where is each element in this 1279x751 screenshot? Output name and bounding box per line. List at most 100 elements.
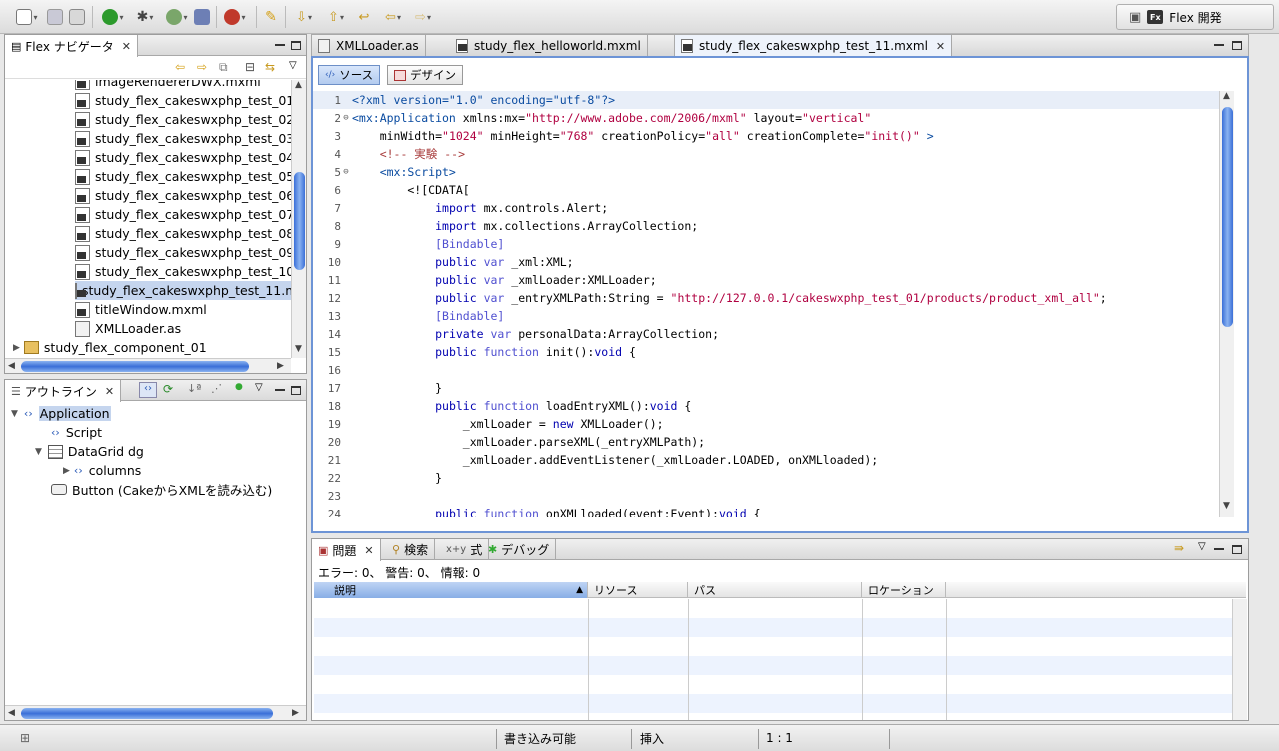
tree-file-item[interactable]: titleWindow.mxml (75, 300, 207, 319)
tab-helloworld[interactable]: study_flex_helloworld.mxml (450, 35, 648, 56)
column-location[interactable]: ロケーション (862, 582, 946, 598)
tab-problems[interactable]: ▣ 問題 ✕ (312, 539, 381, 561)
code-line[interactable]: 14 private var personalData:ArrayCollect… (313, 325, 719, 343)
run-button[interactable]: ▾ (98, 8, 128, 26)
code-area[interactable]: 1 <?xml version="1.0" encoding="utf-8"?> 2… (313, 91, 1219, 517)
fold-toggle-icon[interactable]: ⊖ (341, 167, 351, 177)
minimize-button[interactable] (1214, 38, 1224, 51)
tree-file-item[interactable]: study_flex_cakeswxphp_test_05.mxml (75, 167, 291, 186)
code-line[interactable]: 20 _xmlLoader.parseXML(_entryXMLPath); (313, 433, 705, 451)
expand-triangle-icon[interactable]: ▶ (63, 466, 70, 476)
code-line[interactable]: 10 public var _xml:XML; (313, 253, 574, 271)
forward-button[interactable]: ⇨ ▾ (408, 8, 438, 26)
code-line[interactable]: 2 ⊖ <mx:Application xmlns:mx="http://www.a… (313, 109, 871, 127)
code-line[interactable]: 16 (313, 361, 352, 379)
tab-outline[interactable]: ☰ アウトライン ✕ (5, 380, 122, 402)
navigator-horizontal-scrollbar[interactable]: ◀ ▶ (5, 358, 291, 373)
refresh-icon[interactable]: ⟳ (163, 382, 173, 396)
tree-file-item[interactable]: study_flex_cakeswxphp_test_08.mxml (75, 224, 291, 243)
column-description[interactable]: 説明 ▲ (314, 582, 588, 598)
scroll-left-icon[interactable]: ◀ (8, 708, 15, 718)
tree-file-item[interactable]: study_flex_cakeswxphp_test_04.mxml (75, 148, 291, 167)
code-line[interactable]: 1 <?xml version="1.0" encoding="utf-8"?> (313, 91, 615, 109)
table-row[interactable] (314, 656, 1232, 675)
export-release-button[interactable] (193, 8, 211, 26)
tree-file-item-selected[interactable]: study_flex_cakeswxphp_test_11.mxml (75, 281, 291, 300)
mark-occurrences-button[interactable]: ✎ (262, 8, 280, 26)
profile-button[interactable]: ▾ (162, 8, 192, 26)
new-wizard-button[interactable]: ▾ (12, 8, 42, 26)
tab-cakeswxphp-test-11[interactable]: study_flex_cakeswxphp_test_11.mxml ✕ (674, 35, 953, 57)
print-button[interactable] (68, 8, 86, 26)
code-line[interactable]: 6 <![CDATA[ (313, 181, 469, 199)
tree-file-item[interactable]: study_flex_cakeswxphp_test_01.mxml (75, 91, 291, 110)
outline-item-datagrid[interactable]: ▼ DataGrid dg (35, 442, 144, 461)
minimize-button[interactable] (275, 38, 285, 51)
minimize-button[interactable] (1214, 542, 1224, 555)
code-line[interactable]: 18 public function loadEntryXML():void { (313, 397, 692, 415)
scroll-right-icon[interactable]: ▶ (277, 361, 284, 371)
table-row[interactable] (314, 694, 1232, 713)
close-icon[interactable]: ✕ (936, 40, 945, 53)
tree-file-item[interactable]: XMLLoader.as (75, 319, 181, 338)
outline-item-script[interactable]: ‹› Script (51, 423, 102, 442)
view-menu-icon[interactable]: ▽ (1198, 541, 1206, 552)
tree-file-item[interactable]: study_flex_cakeswxphp_test_06.mxml (75, 186, 291, 205)
outline-item-columns[interactable]: ▶ ‹› columns (63, 461, 141, 480)
back-arrow-icon[interactable]: ⇦ (175, 60, 185, 74)
outline-item-button[interactable]: Button (CakeからXMLを読み込む) (51, 480, 272, 499)
collapse-triangle-icon[interactable]: ▼ (35, 447, 42, 457)
outline-horizontal-scrollbar[interactable]: ◀ ▶ (5, 705, 306, 720)
view-menu-icon[interactable]: ▽ (255, 382, 263, 393)
hide-nonpublic-icon[interactable]: ⋰ (211, 382, 222, 395)
back-button[interactable]: ⇦ ▾ (378, 8, 408, 26)
scroll-left-icon[interactable]: ◀ (8, 361, 15, 371)
tree-file-item[interactable]: study_flex_cakeswxphp_test_09.mxml (75, 243, 291, 262)
code-line[interactable]: 3 minWidth="1024" minHeight="768" creati… (313, 127, 933, 145)
code-line[interactable]: 7 import mx.controls.Alert; (313, 199, 608, 217)
up-folder-icon[interactable]: ⧉ (219, 60, 228, 75)
maximize-button[interactable] (291, 383, 301, 396)
scroll-down-icon[interactable]: ▼ (1223, 501, 1230, 511)
code-line[interactable]: 12 public var _entryXMLPath:String = "ht… (313, 289, 1107, 307)
tree-file-item[interactable]: study_flex_cakeswxphp_test_10.mxml (75, 262, 291, 281)
source-mode-button[interactable]: ‹/› ソース (318, 65, 381, 85)
minimize-button[interactable] (275, 383, 285, 396)
filter-icon[interactable]: ⇛ (1174, 541, 1184, 555)
code-line[interactable]: 11 public var _xmlLoader:XMLLoader; (313, 271, 657, 289)
link-editor-icon[interactable]: ⇆ (265, 60, 275, 74)
design-mode-button[interactable]: デザイン (387, 65, 463, 85)
fast-view-icon[interactable]: ⊞ (20, 728, 30, 748)
code-line[interactable]: 4 <!-- 実験 --> (313, 145, 465, 163)
navigator-vertical-scrollbar[interactable]: ▲ ▼ (291, 80, 306, 358)
view-menu-icon[interactable]: ▽ (289, 60, 297, 71)
close-icon[interactable]: ✕ (122, 40, 131, 53)
column-path[interactable]: パス (688, 582, 862, 598)
collapse-all-icon[interactable]: ⊟ (245, 60, 255, 74)
scroll-thumb[interactable] (294, 172, 305, 270)
close-icon[interactable]: ✕ (364, 544, 373, 557)
forward-arrow-icon[interactable]: ⇨ (197, 60, 207, 74)
last-edit-location-button[interactable]: ↩ (354, 8, 374, 26)
tree-project-item[interactable]: ▶ study_flex_component_01 (13, 338, 207, 357)
column-resource[interactable]: リソース (588, 582, 688, 598)
table-row[interactable] (314, 637, 1232, 656)
debug-button[interactable]: ✱ ▾ (130, 8, 160, 26)
perspective-switcher[interactable]: ▣ Fx Flex 開発 (1116, 4, 1274, 30)
tab-debug[interactable]: ✱ デバッグ (482, 539, 557, 560)
code-line[interactable]: 17 } (313, 379, 442, 397)
maximize-button[interactable] (1232, 542, 1242, 555)
tree-file-item[interactable]: study_flex_cakeswxphp_test_02.mxml (75, 110, 291, 129)
scroll-right-icon[interactable]: ▶ (292, 708, 299, 718)
close-icon[interactable]: ✕ (105, 385, 114, 398)
next-annotation-button[interactable]: ⇩ ▾ (290, 8, 318, 26)
tab-search[interactable]: ⚲ 検索 (386, 539, 436, 560)
code-line[interactable]: 23 (313, 487, 352, 505)
code-line[interactable]: 24 public function onXMLloaded(event:Eve… (313, 505, 761, 517)
scroll-up-icon[interactable]: ▲ (295, 80, 302, 90)
editor-vertical-scrollbar[interactable]: ▲ ▼ (1219, 91, 1234, 517)
table-row[interactable] (314, 599, 1232, 618)
tree-file-item[interactable]: imageRendererDWX.mxml (75, 80, 261, 91)
tab-xmlloader[interactable]: XMLLoader.as (312, 35, 426, 56)
code-line[interactable]: 9 [Bindable] (313, 235, 504, 253)
